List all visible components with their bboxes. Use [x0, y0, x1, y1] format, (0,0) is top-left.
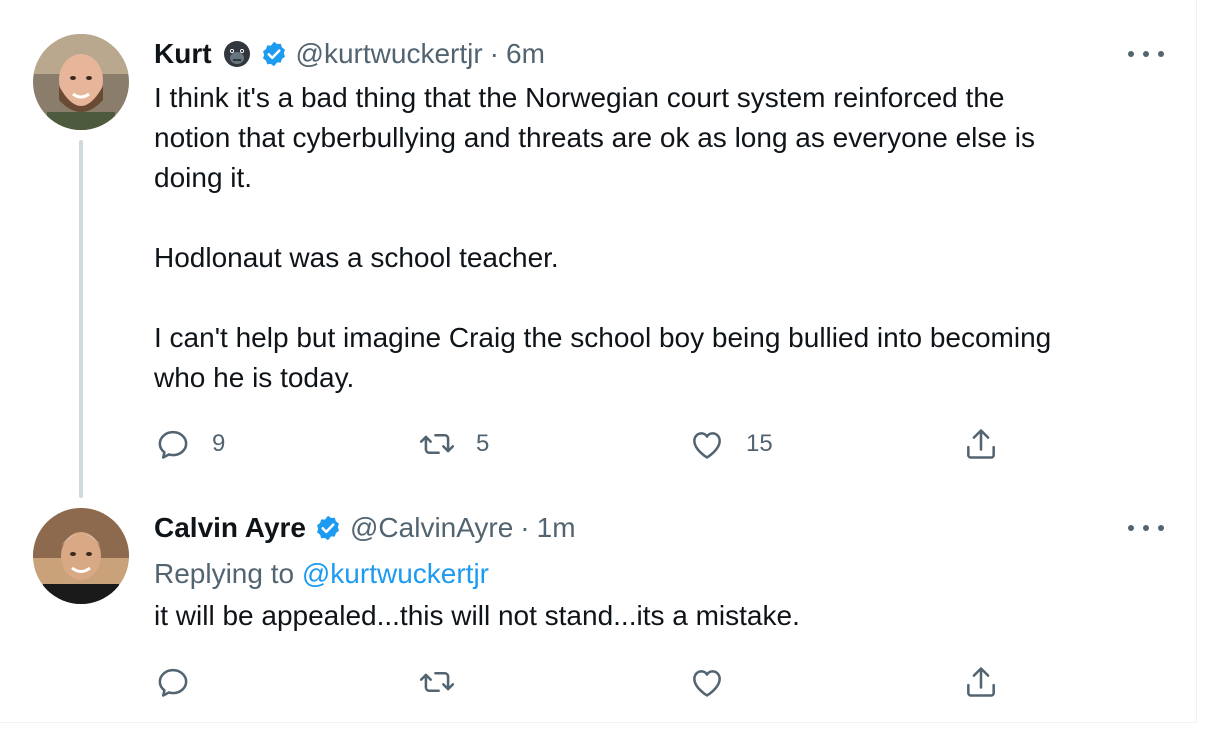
thread-connector [79, 140, 83, 498]
tweet-line: doing it. [154, 162, 253, 193]
user-handle[interactable]: @kurtwuckertjr [296, 38, 483, 70]
like-icon [693, 670, 721, 697]
reply-icon [158, 430, 188, 459]
verified-badge-icon [314, 514, 342, 542]
user-handle[interactable]: @CalvinAyre [350, 512, 513, 544]
tweet-actions: 9 5 15 [154, 424, 1014, 464]
reply-button[interactable] [154, 662, 192, 702]
tweet-line: it will be appealed...this will not stan… [154, 600, 800, 631]
replying-to: Replying to @kurtwuckertjr [154, 554, 489, 594]
display-name[interactable]: Kurt [154, 38, 212, 70]
avatar[interactable] [33, 34, 129, 130]
replying-to-handle[interactable]: @kurtwuckertjr [302, 558, 489, 589]
reply-count: 9 [212, 430, 226, 457]
like-icon [693, 432, 721, 459]
tweet-actions [154, 662, 1014, 702]
retweet-button[interactable]: 5 [418, 424, 489, 464]
timestamp[interactable]: 6m [506, 38, 545, 70]
more-icon[interactable] [1128, 44, 1164, 64]
tweet-kurt[interactable]: Kurt @kurtwuckertjr · 6m I think it's a … [0, 0, 1196, 500]
like-count: 15 [746, 430, 773, 457]
tweet-line: notion that cyberbullying and threats ar… [154, 122, 1035, 153]
retweet-button[interactable] [418, 662, 456, 702]
more-icon[interactable] [1128, 518, 1164, 538]
share-button[interactable] [962, 662, 1000, 702]
tweet-line: Hodlonaut was a school teacher. [154, 242, 559, 273]
tweet-text: it will be appealed...this will not stan… [154, 596, 1154, 636]
tweet-line: I think it's a bad thing that the Norweg… [154, 82, 1005, 113]
retweet-count: 5 [476, 430, 490, 457]
share-button[interactable] [962, 424, 1000, 464]
separator-dot: · [489, 38, 499, 69]
separator-dot: · [520, 512, 530, 543]
tweet-header: Kurt @kurtwuckertjr · 6m [154, 34, 545, 74]
like-button[interactable]: 15 [688, 424, 773, 464]
replying-prefix: Replying to [154, 558, 295, 589]
avatar[interactable] [33, 508, 129, 604]
avatar-image [33, 34, 129, 130]
reply-icon [158, 668, 188, 697]
tweet-text: I think it's a bad thing that the Norweg… [154, 78, 1154, 398]
avatar-image [33, 508, 129, 604]
display-name[interactable]: Calvin Ayre [154, 512, 306, 544]
retweet-icon [419, 434, 455, 454]
timestamp[interactable]: 1m [537, 512, 576, 544]
share-icon [967, 429, 995, 459]
tweet-header: Calvin Ayre @CalvinAyre · 1m [154, 508, 576, 548]
gorilla-emoji-icon [222, 39, 252, 69]
tweet-line: I can't help but imagine Craig the schoo… [154, 322, 1052, 353]
share-icon [967, 667, 995, 697]
reply-button[interactable]: 9 [154, 424, 225, 464]
tweet-calvin-ayre[interactable]: Calvin Ayre @CalvinAyre · 1m Replying to… [0, 500, 1196, 722]
like-button[interactable] [688, 662, 726, 702]
retweet-icon [419, 672, 455, 692]
verified-badge-icon [260, 40, 288, 68]
tweet-line: who he is today. [154, 362, 355, 393]
